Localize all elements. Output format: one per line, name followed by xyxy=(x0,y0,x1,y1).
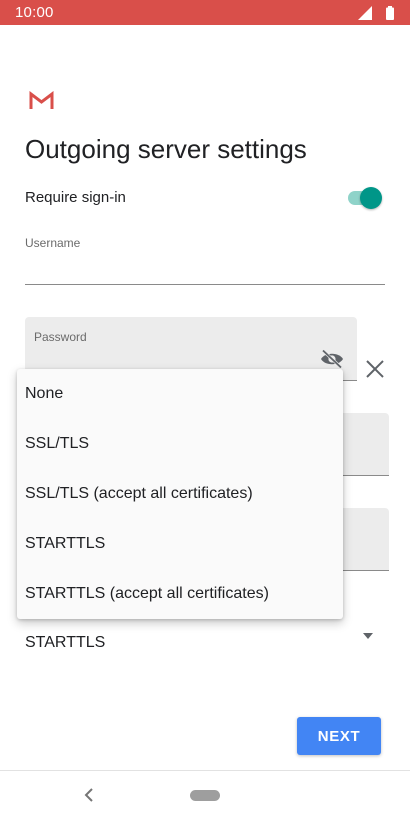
gmail-logo xyxy=(29,91,54,109)
security-type-dropdown: None SSL/TLS SSL/TLS (accept all certifi… xyxy=(17,369,343,619)
battery-icon xyxy=(386,6,394,20)
close-icon[interactable] xyxy=(365,359,385,379)
username-label: Username xyxy=(25,236,81,250)
signal-icon xyxy=(358,6,372,20)
username-field[interactable] xyxy=(25,284,385,285)
eye-slash-icon[interactable] xyxy=(320,349,344,369)
outgoing-server-settings-screen: 10:00 Outgoing server settings Require s… xyxy=(0,0,410,820)
status-bar: 10:00 xyxy=(0,0,410,25)
status-icons xyxy=(354,6,394,20)
back-icon[interactable] xyxy=(83,788,95,802)
chevron-down-icon[interactable] xyxy=(362,632,374,640)
menu-item-starttls[interactable]: STARTTLS xyxy=(17,519,343,569)
menu-item-ssl-tls-accept-all[interactable]: SSL/TLS (accept all certificates) xyxy=(17,469,343,519)
password-label: Password xyxy=(34,330,87,344)
menu-item-none[interactable]: None xyxy=(17,369,343,419)
menu-item-ssl-tls[interactable]: SSL/TLS xyxy=(17,419,343,469)
menu-item-starttls-accept-all[interactable]: STARTTLS (accept all certificates) xyxy=(17,569,343,619)
require-signin-label: Require sign-in xyxy=(25,189,126,206)
toggle-thumb xyxy=(360,187,382,209)
nav-divider xyxy=(0,770,410,771)
home-pill[interactable] xyxy=(190,790,220,801)
security-type-value[interactable]: STARTTLS xyxy=(25,634,105,652)
page-title: Outgoing server settings xyxy=(25,134,307,164)
next-button[interactable]: NEXT xyxy=(297,717,381,755)
status-time: 10:00 xyxy=(15,4,54,21)
require-signin-toggle[interactable] xyxy=(346,186,384,210)
